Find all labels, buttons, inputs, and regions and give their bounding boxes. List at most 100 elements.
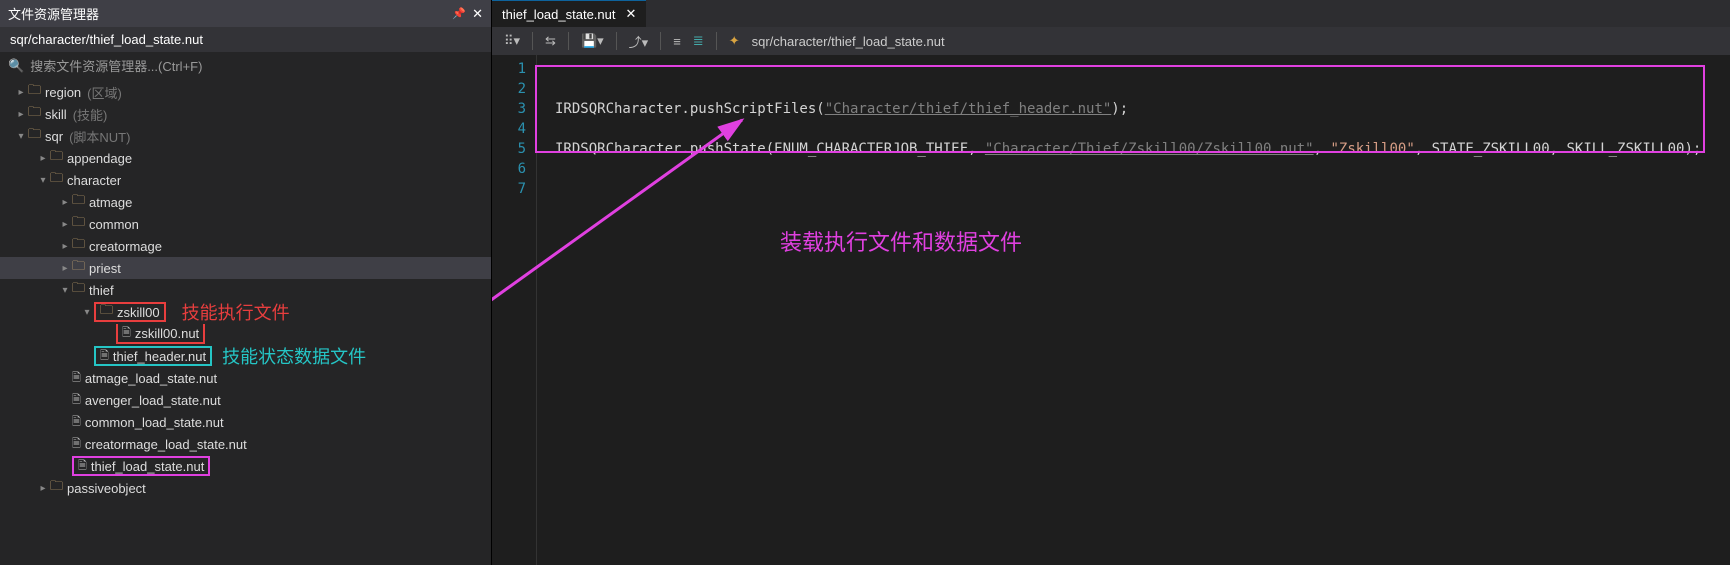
tree-label: sqr (45, 129, 63, 144)
file-icon: 🗎 (72, 413, 81, 432)
twisty-icon[interactable]: ▸ (58, 241, 72, 252)
file-icon: 🗎 (100, 347, 109, 366)
tree-label: atmage_load_state.nut (85, 371, 217, 386)
toolbar-outdent-icon[interactable]: ≣ (693, 33, 704, 49)
editor-toolbar: ⠿▾ ⇆ 💾▾ ⤴▾ ≡ ≣ ✦ sqr/character/thief_loa… (492, 27, 1730, 55)
highlight-red: 🗎zskill00.nut (116, 324, 205, 344)
line-number: 5 (492, 139, 526, 159)
toolbar-save-icon[interactable]: 💾▾ (581, 33, 604, 49)
folder-icon: 🗀 (72, 235, 85, 257)
highlight-cyan: 🗎 thief_header.nut (94, 346, 212, 366)
twisty-icon[interactable]: ▾ (80, 307, 94, 318)
tree-item[interactable]: ▸🗀atmage (0, 191, 491, 213)
file-icon: 🗎 (78, 457, 87, 476)
tree-item[interactable]: 🗎thief_load_state.nut (0, 455, 491, 477)
tree-item[interactable]: ▸🗀 creatormage (0, 235, 491, 257)
line-number: 7 (492, 179, 526, 199)
twisty-icon[interactable]: ▸ (58, 219, 72, 230)
tree-label: skill (45, 107, 67, 122)
file-icon: 🗎 (72, 391, 81, 410)
tree-sublabel: (技能) (73, 105, 108, 124)
tree-label: creatormage (89, 239, 162, 254)
twisty-icon[interactable]: ▾ (14, 131, 28, 142)
code-highlight-box (535, 65, 1705, 153)
tree-item[interactable]: ▾🗀sqr(脚本NUT) (0, 125, 491, 147)
highlight-red: 🗀 zskill00 (94, 302, 166, 322)
tree-sublabel: (区域) (87, 83, 122, 102)
line-number: 4 (492, 119, 526, 139)
tree-label: region (45, 85, 81, 100)
tree-label: atmage (89, 195, 132, 210)
tree-label: creatormage_load_state.nut (85, 437, 247, 452)
toolbar-nav-icon[interactable]: ⇆ (545, 33, 556, 49)
tab-active[interactable]: thief_load_state.nut ✕ (492, 0, 646, 27)
search-icon: 🔍 (8, 58, 24, 74)
tree-item[interactable]: ▸🗀 common (0, 213, 491, 235)
tree-item[interactable]: 🗎 creatormage_load_state.nut (0, 433, 491, 455)
panel-title: 文件资源管理器 (8, 4, 99, 23)
twisty-icon[interactable]: ▾ (36, 175, 50, 186)
inline-annotation: 技能执行文件 (182, 299, 290, 325)
line-6 (555, 159, 1730, 179)
breadcrumb[interactable]: sqr/character/thief_load_state.nut (752, 34, 945, 49)
tree-label: avenger_load_state.nut (85, 393, 221, 408)
search-box[interactable]: 🔍 搜索文件资源管理器...(Ctrl+F) (0, 52, 491, 79)
line-number: 1 (492, 59, 526, 79)
file-icon: 🗎 (72, 435, 81, 454)
line-number: 6 (492, 159, 526, 179)
line-7 (555, 179, 1730, 199)
tree-item[interactable]: ▸🗀 skill (技能) (0, 103, 491, 125)
folder-icon: 🗀 (72, 279, 85, 301)
tree-item[interactable]: ▸🗀 priest (0, 257, 491, 279)
toolbar-dropdown-icon[interactable]: ⠿▾ (504, 33, 520, 49)
tree-item[interactable]: 🗎atmage_load_state.nut (0, 367, 491, 389)
tree-item[interactable]: ▸🗀region(区域) (0, 81, 491, 103)
tree-label: zskill00 (117, 305, 160, 320)
highlight-magenta: 🗎thief_load_state.nut (72, 456, 210, 476)
tree-item[interactable]: 🗎 common_load_state.nut (0, 411, 491, 433)
line-gutter: 1234567 (492, 55, 537, 565)
tree-item[interactable]: ▾🗀thief (0, 279, 491, 301)
tree-label: thief_header.nut (113, 349, 206, 364)
toolbar-indent-icon[interactable]: ≡ (673, 34, 681, 49)
panel-title-bar: 文件资源管理器 📌 ✕ (0, 0, 491, 27)
tree-item[interactable]: ▾🗀character (0, 169, 491, 191)
file-tree[interactable]: ▸🗀region(区域)▸🗀skill(技能)▾🗀sqr(脚本NUT)▸🗀app… (0, 79, 491, 565)
tree-label: appendage (67, 151, 132, 166)
folder-icon: 🗀 (72, 213, 85, 235)
file-explorer-panel: 文件资源管理器 📌 ✕ sqr/character/thief_load_sta… (0, 0, 492, 565)
code-editor[interactable]: 1234567 IRDSQRCharacter.pushScriptFiles(… (492, 55, 1730, 565)
line-number: 2 (492, 79, 526, 99)
toolbar-step-icon[interactable]: ⤴▾ (629, 32, 649, 51)
twisty-icon[interactable]: ▸ (14, 109, 28, 120)
tree-label: common (89, 217, 139, 232)
tree-label: common_load_state.nut (85, 415, 224, 430)
twisty-icon[interactable]: ▸ (36, 483, 50, 494)
editor-area: thief_load_state.nut ✕ ⠿▾ ⇆ 💾▾ ⤴▾ ≡ ≣ ✦ … (492, 0, 1730, 565)
folder-icon: 🗀 (50, 477, 63, 499)
folder-icon: 🗀 (72, 257, 85, 279)
tree-label: zskill00.nut (135, 326, 199, 341)
tree-item[interactable]: ▸🗀passiveobject (0, 477, 491, 499)
twisty-icon[interactable]: ▸ (58, 197, 72, 208)
folder-icon: 🗀 (100, 301, 113, 323)
close-panel-icon[interactable]: ✕ (472, 6, 483, 22)
twisty-icon[interactable]: ▸ (36, 153, 50, 164)
tree-item[interactable]: 🗎zskill00.nut (0, 323, 491, 345)
twisty-icon[interactable]: ▾ (58, 285, 72, 296)
tab-bar: thief_load_state.nut ✕ (492, 0, 1730, 27)
code-body[interactable]: IRDSQRCharacter.pushScriptFiles("Charact… (537, 55, 1730, 565)
tree-item[interactable]: ▾ 🗀 zskill00 技能执行文件 (0, 301, 491, 323)
tree-item[interactable]: 🗎thief_header.nut技能状态数据文件 (0, 345, 491, 367)
twisty-icon[interactable]: ▸ (14, 87, 28, 98)
folder-icon: 🗀 (50, 169, 63, 191)
twisty-icon[interactable]: ▸ (58, 263, 72, 274)
folder-icon: 🗀 (28, 103, 41, 125)
tree-label: priest (89, 261, 121, 276)
tree-item[interactable]: 🗎 avenger_load_state.nut (0, 389, 491, 411)
tree-item[interactable]: ▸🗀appendage (0, 147, 491, 169)
tab-close-icon[interactable]: ✕ (625, 6, 636, 22)
toolbar-highlight-icon[interactable]: ✦ (729, 33, 740, 49)
current-path: sqr/character/thief_load_state.nut (0, 27, 491, 52)
pin-icon[interactable]: 📌 (452, 7, 466, 20)
